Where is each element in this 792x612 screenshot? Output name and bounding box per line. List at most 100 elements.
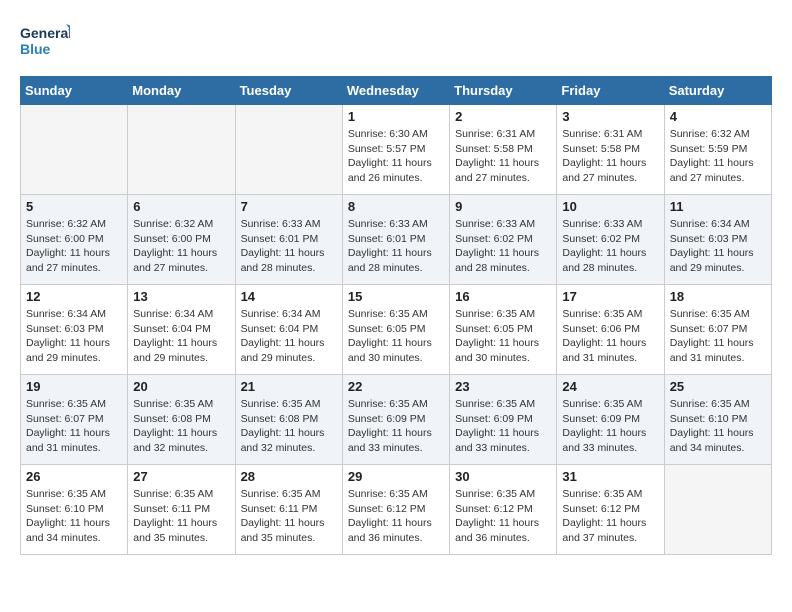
day-info: Sunrise: 6:30 AMSunset: 5:57 PMDaylight:… [348,127,444,186]
calendar-cell: 14 Sunrise: 6:34 AMSunset: 6:04 PMDayligh… [235,285,342,375]
day-info: Sunrise: 6:33 AMSunset: 6:02 PMDaylight:… [562,217,658,276]
day-info: Sunrise: 6:35 AMSunset: 6:10 PMDaylight:… [670,397,766,456]
day-number: 14 [241,289,337,304]
day-number: 19 [26,379,122,394]
day-info: Sunrise: 6:33 AMSunset: 6:01 PMDaylight:… [348,217,444,276]
calendar-cell: 27 Sunrise: 6:35 AMSunset: 6:11 PMDayligh… [128,465,235,555]
day-info: Sunrise: 6:35 AMSunset: 6:07 PMDaylight:… [670,307,766,366]
day-number: 25 [670,379,766,394]
day-number: 15 [348,289,444,304]
day-number: 18 [670,289,766,304]
day-number: 2 [455,109,551,124]
day-info: Sunrise: 6:35 AMSunset: 6:11 PMDaylight:… [133,487,229,546]
day-number: 13 [133,289,229,304]
day-number: 30 [455,469,551,484]
day-number: 5 [26,199,122,214]
day-number: 23 [455,379,551,394]
day-number: 24 [562,379,658,394]
logo-svg: General Blue [20,20,70,60]
calendar-cell: 12Sunrise: 6:34 AMSunset: 6:03 PMDayligh… [21,285,128,375]
weekday-header-saturday: Saturday [664,77,771,105]
day-info: Sunrise: 6:35 AMSunset: 6:09 PMDaylight:… [455,397,551,456]
calendar-cell: 23 Sunrise: 6:35 AMSunset: 6:09 PMDayligh… [450,375,557,465]
calendar-cell: 26Sunrise: 6:35 AMSunset: 6:10 PMDayligh… [21,465,128,555]
calendar-cell: 7 Sunrise: 6:33 AMSunset: 6:01 PMDaylight… [235,195,342,285]
calendar-cell: 6 Sunrise: 6:32 AMSunset: 6:00 PMDaylight… [128,195,235,285]
day-info: Sunrise: 6:35 AMSunset: 6:12 PMDaylight:… [455,487,551,546]
calendar-cell: 18 Sunrise: 6:35 AMSunset: 6:07 PMDayligh… [664,285,771,375]
day-info: Sunrise: 6:34 AMSunset: 6:04 PMDaylight:… [241,307,337,366]
day-number: 26 [26,469,122,484]
svg-text:General: General [20,25,70,41]
day-number: 31 [562,469,658,484]
weekday-header-thursday: Thursday [450,77,557,105]
day-number: 29 [348,469,444,484]
day-number: 8 [348,199,444,214]
day-number: 17 [562,289,658,304]
day-number: 4 [670,109,766,124]
calendar-cell: 22Sunrise: 6:35 AMSunset: 6:09 PMDayligh… [342,375,449,465]
svg-text:Blue: Blue [20,41,51,57]
calendar-cell: 8 Sunrise: 6:33 AMSunset: 6:01 PMDaylight… [342,195,449,285]
day-number: 1 [348,109,444,124]
calendar-cell [21,105,128,195]
day-number: 20 [133,379,229,394]
calendar-cell: 4Sunrise: 6:32 AMSunset: 5:59 PMDaylight… [664,105,771,195]
day-number: 12 [26,289,122,304]
day-number: 6 [133,199,229,214]
weekday-header-friday: Friday [557,77,664,105]
calendar-cell: 9Sunrise: 6:33 AMSunset: 6:02 PMDaylight… [450,195,557,285]
calendar-cell: 30 Sunrise: 6:35 AMSunset: 6:12 PMDayligh… [450,465,557,555]
day-info: Sunrise: 6:32 AMSunset: 6:00 PMDaylight:… [133,217,229,276]
logo: General Blue [20,20,70,60]
weekday-header-tuesday: Tuesday [235,77,342,105]
calendar-cell: 25 Sunrise: 6:35 AMSunset: 6:10 PMDayligh… [664,375,771,465]
calendar-cell [235,105,342,195]
calendar-cell: 19 Sunrise: 6:35 AMSunset: 6:07 PMDayligh… [21,375,128,465]
calendar-cell: 15 Sunrise: 6:35 AMSunset: 6:05 PMDayligh… [342,285,449,375]
calendar: SundayMondayTuesdayWednesdayThursdayFrid… [20,76,772,555]
calendar-week-row: 1 Sunrise: 6:30 AMSunset: 5:57 PMDaylight… [21,105,772,195]
day-info: Sunrise: 6:35 AMSunset: 6:07 PMDaylight:… [26,397,122,456]
day-info: Sunrise: 6:35 AMSunset: 6:08 PMDaylight:… [241,397,337,456]
day-info: Sunrise: 6:35 AMSunset: 6:08 PMDaylight:… [133,397,229,456]
calendar-cell: 11 Sunrise: 6:34 AMSunset: 6:03 PMDayligh… [664,195,771,285]
calendar-cell: 24Sunrise: 6:35 AMSunset: 6:09 PMDayligh… [557,375,664,465]
page-header: General Blue [20,20,772,60]
calendar-header-row: SundayMondayTuesdayWednesdayThursdayFrid… [21,77,772,105]
day-number: 7 [241,199,337,214]
day-number: 10 [562,199,658,214]
day-number: 21 [241,379,337,394]
day-info: Sunrise: 6:34 AMSunset: 6:04 PMDaylight:… [133,307,229,366]
day-info: Sunrise: 6:35 AMSunset: 6:09 PMDaylight:… [348,397,444,456]
day-info: Sunrise: 6:33 AMSunset: 6:01 PMDaylight:… [241,217,337,276]
weekday-header-sunday: Sunday [21,77,128,105]
calendar-cell: 29 Sunrise: 6:35 AMSunset: 6:12 PMDayligh… [342,465,449,555]
calendar-cell: 16 Sunrise: 6:35 AMSunset: 6:05 PMDayligh… [450,285,557,375]
calendar-cell: 17Sunrise: 6:35 AMSunset: 6:06 PMDayligh… [557,285,664,375]
calendar-cell: 20 Sunrise: 6:35 AMSunset: 6:08 PMDayligh… [128,375,235,465]
day-info: Sunrise: 6:35 AMSunset: 6:12 PMDaylight:… [562,487,658,546]
day-info: Sunrise: 6:35 AMSunset: 6:12 PMDaylight:… [348,487,444,546]
calendar-cell: 2Sunrise: 6:31 AMSunset: 5:58 PMDaylight… [450,105,557,195]
day-number: 16 [455,289,551,304]
day-info: Sunrise: 6:33 AMSunset: 6:02 PMDaylight:… [455,217,551,276]
calendar-cell: 3Sunrise: 6:31 AMSunset: 5:58 PMDaylight… [557,105,664,195]
calendar-cell [128,105,235,195]
weekday-header-monday: Monday [128,77,235,105]
day-number: 11 [670,199,766,214]
day-info: Sunrise: 6:34 AMSunset: 6:03 PMDaylight:… [670,217,766,276]
calendar-cell: 21 Sunrise: 6:35 AMSunset: 6:08 PMDayligh… [235,375,342,465]
calendar-cell: 1 Sunrise: 6:30 AMSunset: 5:57 PMDaylight… [342,105,449,195]
calendar-week-row: 26Sunrise: 6:35 AMSunset: 6:10 PMDayligh… [21,465,772,555]
day-info: Sunrise: 6:35 AMSunset: 6:05 PMDaylight:… [455,307,551,366]
weekday-header-wednesday: Wednesday [342,77,449,105]
day-info: Sunrise: 6:32 AMSunset: 6:00 PMDaylight:… [26,217,122,276]
calendar-cell: 28Sunrise: 6:35 AMSunset: 6:11 PMDayligh… [235,465,342,555]
calendar-cell [664,465,771,555]
day-number: 28 [241,469,337,484]
calendar-cell: 5 Sunrise: 6:32 AMSunset: 6:00 PMDaylight… [21,195,128,285]
day-number: 27 [133,469,229,484]
calendar-cell: 31 Sunrise: 6:35 AMSunset: 6:12 PMDayligh… [557,465,664,555]
day-info: Sunrise: 6:35 AMSunset: 6:05 PMDaylight:… [348,307,444,366]
